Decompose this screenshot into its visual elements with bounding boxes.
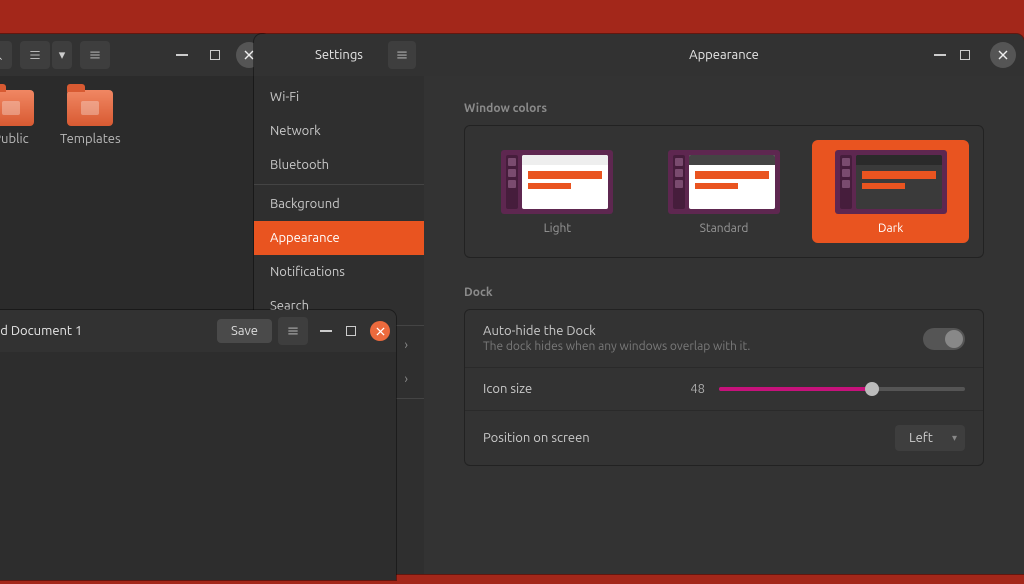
minimize-button[interactable] (320, 330, 332, 332)
icon-size-row: Icon size 48 (465, 367, 983, 410)
theme-preview-light (501, 150, 613, 214)
sidebar-item-label: Background (270, 197, 340, 211)
autohide-toggle[interactable] (923, 328, 965, 350)
color-option-label: Dark (878, 222, 903, 235)
dock-section-label: Dock (464, 286, 984, 299)
hamburger-icon[interactable] (388, 41, 416, 69)
position-dropdown[interactable]: Left (895, 425, 965, 451)
settings-main-titlebar: Appearance (424, 34, 1024, 76)
color-option-label: Standard (700, 222, 749, 235)
maximize-button[interactable] (960, 50, 970, 60)
icon-size-label: Icon size (483, 382, 663, 396)
icon-size-value: 48 (677, 382, 705, 396)
save-button[interactable]: Save (217, 319, 272, 343)
minimize-button[interactable] (934, 54, 946, 56)
icon-size-slider[interactable] (719, 387, 965, 391)
sidebar-item-appearance[interactable]: Appearance (254, 221, 424, 255)
position-value: Left (909, 431, 933, 445)
position-label: Position on screen (483, 431, 663, 445)
folder-label: Public (0, 132, 29, 146)
search-icon[interactable] (0, 41, 12, 69)
color-option-label: Light (544, 222, 572, 235)
sidebar-item-label: Notifications (270, 265, 345, 279)
chevron-right-icon: › (404, 338, 408, 352)
text-editor-window: Untitled Document 1 Save (0, 310, 396, 580)
folder-icon (67, 90, 113, 126)
autohide-row: Auto-hide the Dock The dock hides when a… (465, 310, 983, 367)
sidebar-item-notifications[interactable]: Notifications (254, 255, 424, 289)
hamburger-icon[interactable] (80, 41, 110, 69)
maximize-button[interactable] (210, 50, 220, 60)
sidebar-item-label: Wi-Fi (270, 90, 299, 104)
settings-sidebar-titlebar: Settings (254, 34, 424, 76)
editor-title: Untitled Document 1 (0, 324, 82, 338)
files-titlebar: ▾ (0, 34, 270, 76)
folder-templates[interactable]: Templates (60, 90, 121, 146)
files-body: Public Templates (0, 76, 270, 160)
folder-public[interactable]: Public (0, 90, 34, 146)
color-option-light[interactable]: Light (479, 140, 636, 243)
color-option-dark[interactable]: Dark (812, 140, 969, 243)
chevron-right-icon: › (404, 372, 408, 386)
settings-main: Appearance Window colors Light (424, 34, 1024, 574)
window-colors-label: Window colors (464, 102, 984, 115)
theme-preview-standard (668, 150, 780, 214)
theme-preview-dark (835, 150, 947, 214)
folder-icon (0, 90, 34, 126)
close-button[interactable] (370, 321, 390, 341)
files-window: ▾ Public Templates (0, 34, 270, 314)
sidebar-item-background[interactable]: Background (254, 187, 424, 221)
hamburger-icon[interactable] (278, 317, 308, 345)
color-option-standard[interactable]: Standard (646, 140, 803, 243)
dock-settings-box: Auto-hide the Dock The dock hides when a… (464, 309, 984, 466)
sidebar-item-bluetooth[interactable]: Bluetooth (254, 148, 424, 182)
window-colors-box: Light Standard Dark (464, 125, 984, 258)
sidebar-item-label: Network (270, 124, 321, 138)
list-view-icon[interactable] (20, 41, 50, 69)
minimize-button[interactable] (176, 54, 188, 56)
sidebar-item-label: Appearance (270, 231, 340, 245)
page-title: Appearance (432, 48, 1016, 62)
maximize-button[interactable] (346, 326, 356, 336)
editor-text-area[interactable] (0, 352, 396, 580)
autohide-label: Auto-hide the Dock (483, 324, 750, 338)
save-button-label: Save (231, 324, 258, 338)
editor-titlebar: Untitled Document 1 Save (0, 310, 396, 352)
autohide-sub: The dock hides when any windows overlap … (483, 340, 750, 353)
sidebar-item-network[interactable]: Network (254, 114, 424, 148)
folder-label: Templates (60, 132, 121, 146)
sidebar-item-wifi[interactable]: Wi-Fi (254, 80, 424, 114)
sidebar-item-label: Bluetooth (270, 158, 329, 172)
close-button[interactable] (990, 42, 1016, 68)
position-row: Position on screen Left (465, 410, 983, 465)
view-dropdown-icon[interactable]: ▾ (52, 41, 72, 69)
